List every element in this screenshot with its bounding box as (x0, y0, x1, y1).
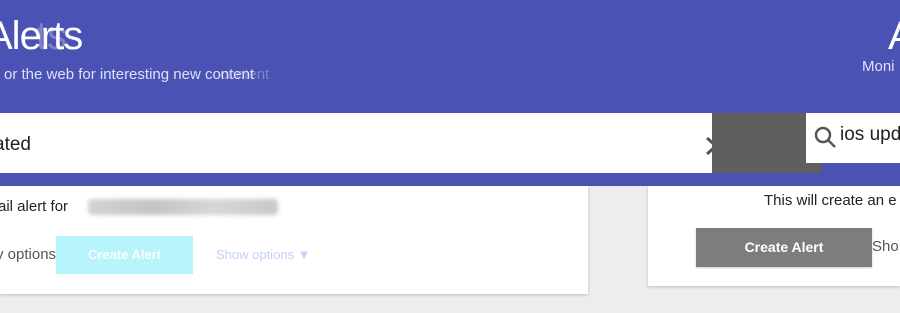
create-alert-button-ghost[interactable]: Create Alert (56, 236, 193, 274)
blurred-email (88, 199, 278, 215)
alert-info-text: ail alert for (0, 198, 69, 215)
create-alert-button[interactable]: Create Alert (696, 228, 872, 267)
search-input-right[interactable]: ios upd (840, 124, 900, 146)
page-title: Alerts (0, 14, 83, 58)
show-options-link[interactable]: v options (0, 246, 56, 263)
search-icon (814, 126, 836, 148)
alert-info-text-right: This will create an e (764, 192, 897, 209)
show-options-link-right[interactable]: Sho (872, 238, 899, 255)
show-options-ghost: Show options ▼ (216, 247, 311, 262)
page-subtitle: or the web for interesting new content (4, 66, 255, 83)
search-bar[interactable]: ated (0, 113, 712, 173)
search-input[interactable]: ated (0, 134, 31, 156)
page-subtitle-right: Moni (862, 58, 895, 75)
page-title-right: A (888, 14, 900, 59)
